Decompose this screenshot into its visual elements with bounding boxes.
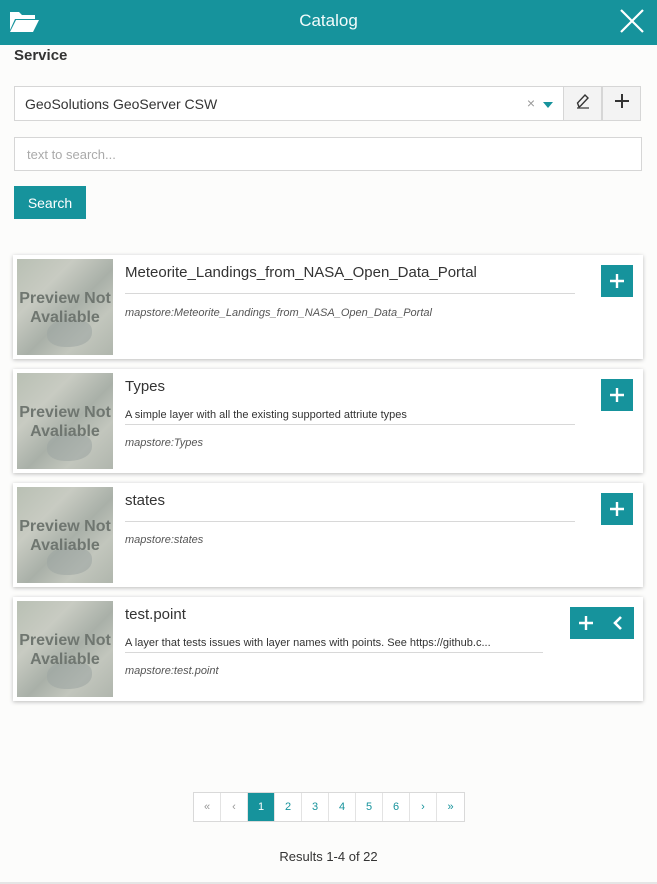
record-title: states bbox=[125, 492, 166, 509]
page-number[interactable]: 4 bbox=[329, 793, 356, 821]
record-thumbnail: Preview Not Avaliable bbox=[17, 373, 113, 469]
record-description: A layer that tests issues with layer nam… bbox=[125, 637, 491, 649]
page-title: Catalog bbox=[299, 11, 358, 30]
record-card: Preview Not Avaliable test.point A layer… bbox=[13, 597, 643, 701]
plus-icon bbox=[610, 388, 624, 402]
record-card: Preview Not Avaliable Types A simple lay… bbox=[13, 369, 643, 473]
page-number[interactable]: 1 bbox=[248, 793, 275, 821]
thumbnail-placeholder-text: Preview Not Avaliable bbox=[19, 290, 111, 326]
service-selected-value: GeoSolutions GeoServer CSW bbox=[25, 96, 218, 112]
page-last[interactable]: » bbox=[437, 793, 464, 821]
title-divider bbox=[125, 293, 575, 294]
chevron-left-icon bbox=[613, 616, 622, 630]
catalog-header: Catalog bbox=[0, 0, 657, 45]
add-layer-button[interactable] bbox=[570, 607, 602, 639]
search-input[interactable] bbox=[14, 137, 642, 171]
record-layer-name: mapstore:test.point bbox=[125, 665, 219, 677]
page-number[interactable]: 3 bbox=[302, 793, 329, 821]
record-layer-name: mapstore:Types bbox=[125, 437, 204, 449]
plus-icon bbox=[614, 92, 630, 115]
record-thumbnail: Preview Not Avaliable bbox=[17, 601, 113, 697]
add-layer-button[interactable] bbox=[601, 379, 633, 411]
page-next[interactable]: › bbox=[410, 793, 437, 821]
search-button[interactable]: Search bbox=[14, 186, 86, 219]
results-count: Results 1-4 of 22 bbox=[279, 849, 378, 864]
record-title: test.point bbox=[125, 606, 186, 623]
service-label: Service bbox=[14, 47, 68, 64]
page-prev[interactable]: ‹ bbox=[221, 793, 248, 821]
thumbnail-placeholder-text: Preview Not Avaliable bbox=[19, 404, 111, 440]
close-icon[interactable] bbox=[618, 7, 646, 35]
add-layer-button[interactable] bbox=[601, 265, 633, 297]
service-select[interactable]: GeoSolutions GeoServer CSW × bbox=[14, 86, 564, 121]
expand-details-button[interactable] bbox=[602, 607, 634, 639]
add-layer-button[interactable] bbox=[601, 493, 633, 525]
title-divider bbox=[125, 521, 575, 522]
page-number[interactable]: 6 bbox=[383, 793, 410, 821]
record-title: Types bbox=[125, 378, 166, 395]
record-thumbnail: Preview Not Avaliable bbox=[17, 487, 113, 583]
caret-down-icon[interactable] bbox=[543, 102, 553, 108]
record-layer-name: mapstore:Meteorite_Landings_from_NASA_Op… bbox=[125, 307, 432, 319]
pencil-icon bbox=[576, 92, 590, 115]
plus-icon bbox=[610, 274, 624, 288]
thumbnail-placeholder-text: Preview Not Avaliable bbox=[19, 518, 111, 554]
record-title: Meteorite_Landings_from_NASA_Open_Data_P… bbox=[125, 264, 477, 281]
page-number[interactable]: 5 bbox=[356, 793, 383, 821]
record-card: Preview Not Avaliable states mapstore:st… bbox=[13, 483, 643, 587]
plus-icon bbox=[610, 502, 624, 516]
title-divider bbox=[125, 652, 543, 653]
plus-icon bbox=[579, 616, 593, 630]
record-description: A simple layer with all the existing sup… bbox=[125, 409, 407, 421]
record-card: Preview Not Avaliable Meteorite_Landings… bbox=[13, 255, 643, 359]
record-thumbnail: Preview Not Avaliable bbox=[17, 259, 113, 355]
clear-selection-icon[interactable]: × bbox=[527, 95, 535, 111]
add-service-button[interactable] bbox=[602, 86, 641, 121]
thumbnail-placeholder-text: Preview Not Avaliable bbox=[19, 632, 111, 668]
title-divider bbox=[125, 424, 575, 425]
pagination: « ‹ 1 2 3 4 5 6 › » bbox=[193, 792, 465, 822]
page-number[interactable]: 2 bbox=[275, 793, 302, 821]
page-first[interactable]: « bbox=[194, 793, 221, 821]
record-layer-name: mapstore:states bbox=[125, 534, 204, 546]
edit-service-button[interactable] bbox=[563, 86, 602, 121]
